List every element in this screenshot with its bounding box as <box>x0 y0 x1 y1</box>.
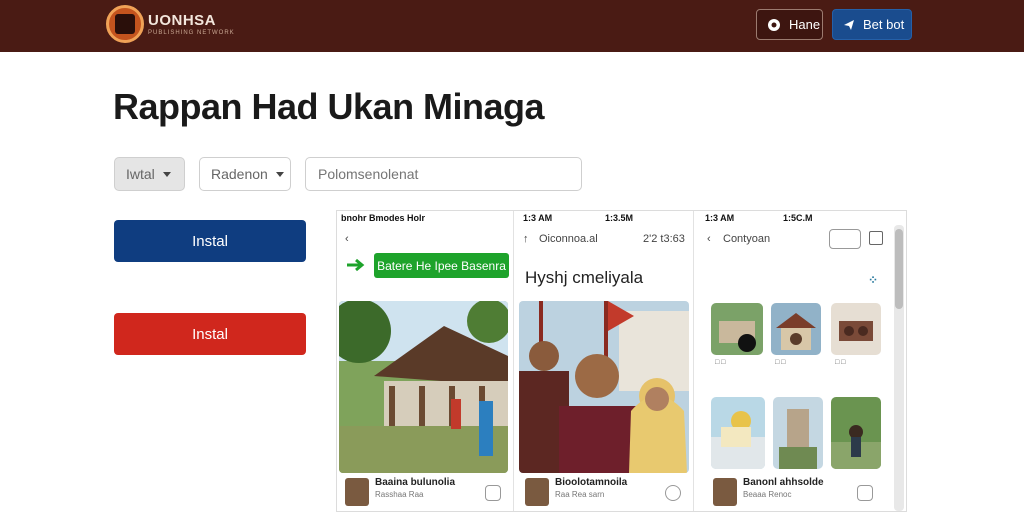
status-bar-time: 1:3 AM <box>705 213 735 223</box>
avatar <box>713 478 737 506</box>
card-title: Banonl ahhsolde <box>743 477 824 488</box>
filter-select-secondary-value: Radenon <box>211 166 268 182</box>
back-chevron-icon[interactable]: ‹ <box>707 233 711 245</box>
screen-divider <box>693 211 694 511</box>
village-house-photo[interactable] <box>339 301 508 473</box>
install-button-secondary[interactable]: Instal <box>114 313 306 355</box>
gallery-thumbnail[interactable] <box>771 303 821 355</box>
brand-name[interactable]: UONHSA <box>148 12 216 29</box>
thumbnail-meta: □ □ <box>715 359 726 366</box>
like-icon[interactable] <box>665 485 681 501</box>
top-navigation-bar: UONHSA PUBLISHING NETWORK Hane Bet bot <box>0 0 1024 52</box>
grid-icon[interactable]: ⁘ <box>868 273 878 287</box>
section-title: Hyshj cmeliyala <box>525 268 644 287</box>
card-footer: Banonl ahhsolde Beaaa Renoc <box>707 473 887 511</box>
screen-divider <box>513 211 514 511</box>
filter-select-primary[interactable]: Iwtal <box>114 157 185 191</box>
scrollbar-thumb[interactable] <box>895 229 903 309</box>
status-bar-time-secondary: 1:5C.M <box>783 213 813 223</box>
status-bar-time-secondary: 1:3.5M <box>605 213 634 223</box>
share-icon[interactable] <box>857 485 873 501</box>
gallery-thumbnail[interactable] <box>711 303 763 355</box>
home-icon <box>768 18 780 31</box>
card-subtitle: Rasshaa Raa <box>375 490 424 499</box>
card-subtitle: Raa Rea sarn <box>555 490 605 499</box>
brand-tagline: PUBLISHING NETWORK <box>148 30 235 36</box>
chevron-down-icon <box>275 171 284 177</box>
card-footer: Bioolotamnoila Raa Rea sarn <box>519 473 689 511</box>
scrollbar[interactable] <box>894 225 904 511</box>
gallery-thumbnail[interactable] <box>711 397 765 469</box>
login-button-label: Bet bot <box>863 17 905 32</box>
arrow-right-icon <box>347 258 365 272</box>
page-title: Rappan Had Ukan Minaga <box>113 86 545 127</box>
gallery-thumbnail[interactable] <box>831 397 881 469</box>
install-button-primary[interactable]: Instal <box>114 220 306 262</box>
filter-select-primary-value: Iwtal <box>126 166 155 182</box>
menu-icon[interactable] <box>869 231 883 245</box>
share-icon[interactable] <box>485 485 501 501</box>
login-button[interactable]: Bet bot <box>832 9 912 40</box>
gallery-thumbnail[interactable] <box>773 397 823 469</box>
home-button[interactable]: Hane <box>756 9 823 40</box>
promo-banner[interactable]: Batere He Ipee Basenra <box>374 253 509 278</box>
crop-icon[interactable] <box>829 229 861 249</box>
upload-icon[interactable]: ↑ <box>523 233 529 245</box>
chevron-down-icon <box>162 171 171 177</box>
card-subtitle: Beaaa Renoc <box>743 490 792 499</box>
card-title: Bioolotamnoila <box>555 477 628 488</box>
thumbnail-meta: □ □ <box>835 359 846 366</box>
nav-label: Oiconnoa.al <box>539 233 598 245</box>
home-button-label: Hane <box>789 17 821 32</box>
group-selfie-photo[interactable] <box>519 301 689 473</box>
gallery-thumbnail[interactable] <box>831 303 881 355</box>
status-bar-time: bnohr Bmodes Holr <box>341 213 426 223</box>
status-bar-time: 1:3 AM <box>523 213 553 223</box>
search-input[interactable] <box>305 157 582 191</box>
card-title: Baaina bulunolia <box>375 477 456 488</box>
filter-select-secondary[interactable]: Radenon <box>199 157 291 191</box>
nav-label: Contyoan <box>723 233 771 245</box>
nav-counter: 2'2 t3:63 <box>643 233 685 245</box>
app-screenshots-preview: bnohr Bmodes Holr ‹ Batere He Ipee Basen… <box>336 210 907 512</box>
avatar <box>345 478 369 506</box>
thumbnail-meta: □ □ <box>775 359 786 366</box>
brand-logo-icon[interactable] <box>106 5 144 43</box>
card-footer: Baaina bulunolia Rasshaa Raa <box>339 473 508 511</box>
back-chevron-icon[interactable]: ‹ <box>345 233 349 245</box>
send-icon <box>844 19 854 30</box>
avatar <box>525 478 549 506</box>
